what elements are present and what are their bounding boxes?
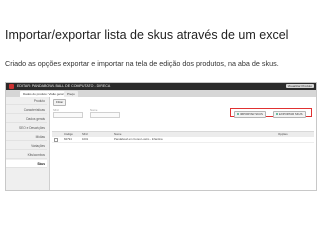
tab-bar: Dados do produto: Visão geral Preço: [6, 90, 316, 97]
main-panel: Filtrar SKU Nome IMPORTAR SKUS EXPORTAR …: [50, 97, 316, 190]
sidebar-item-variacoes[interactable]: Variações: [6, 142, 47, 150]
preview-product-button[interactable]: Visualizar Produto: [285, 84, 314, 88]
sidebar-item-caracteristicas[interactable]: Características: [6, 106, 47, 114]
window-title: EDITAR: PANDABOWL BALL DE COMPUTATO - DI…: [17, 84, 111, 88]
cell-codigo: 84794: [64, 137, 72, 141]
cell-nome: Pandabowl em Cores Lustro - Infantina: [114, 137, 163, 141]
import-icon: [237, 112, 239, 115]
table-row[interactable]: 84794 1001 Pandabowl em Cores Lustro - I…: [52, 137, 314, 143]
export-icon: [276, 112, 278, 115]
filter-button[interactable]: Filtrar: [53, 99, 67, 106]
export-skus-button[interactable]: EXPORTAR SKUS: [273, 110, 306, 118]
slide-caption: Criado as opções exportar e importar na …: [5, 59, 279, 68]
window-title-bar: EDITAR: PANDABOWL BALL DE COMPUTATO - DI…: [6, 83, 316, 90]
sku-filter-input[interactable]: [53, 112, 83, 118]
import-skus-button[interactable]: IMPORTAR SKUS: [234, 110, 266, 118]
name-filter-input[interactable]: [90, 112, 120, 118]
import-export-highlight: IMPORTAR SKUS EXPORTAR SKUS: [230, 108, 312, 118]
product-edit-screenshot: EDITAR: PANDABOWL BALL DE COMPUTATO - DI…: [5, 82, 317, 191]
sidebar-item-skus[interactable]: Skus: [6, 160, 47, 168]
export-skus-label: EXPORTAR SKUS: [279, 111, 303, 116]
import-skus-label: IMPORTAR SKUS: [240, 111, 263, 116]
sidebar-item-seo[interactable]: SEO e Descrições: [6, 124, 47, 132]
sidebar: Produto Características Dados gerais SEO…: [6, 97, 50, 190]
slide-title: Importar/exportar lista de skus através …: [5, 28, 289, 42]
cell-sku: 1001: [82, 137, 89, 141]
sidebar-item-midias[interactable]: Mídias: [6, 133, 47, 141]
product-icon: [9, 84, 14, 89]
sidebar-item-produto[interactable]: Produto: [6, 97, 47, 105]
sidebar-item-dados-gerais[interactable]: Dados gerais: [6, 115, 47, 123]
sidebar-item-kits[interactable]: Kits/combos: [6, 151, 47, 159]
row-checkbox[interactable]: [54, 138, 58, 142]
